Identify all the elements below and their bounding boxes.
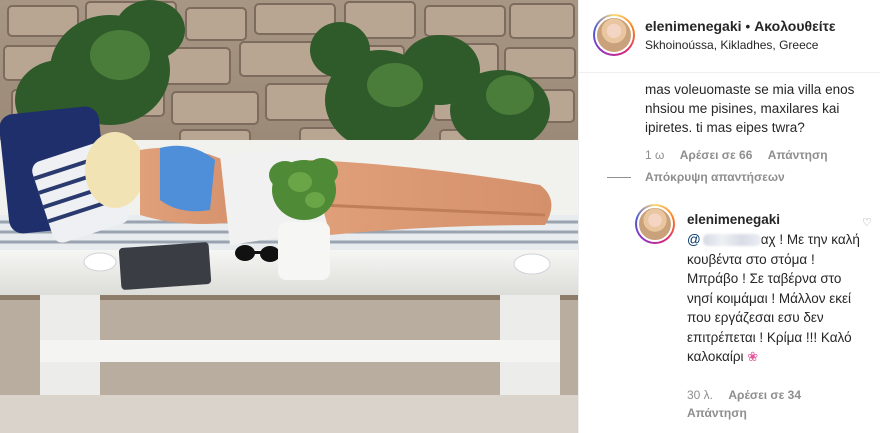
like-heart-icon[interactable]: ♡ [862, 216, 872, 229]
header-separator: • [745, 18, 751, 34]
flower-emoji-icon: ❀ [747, 349, 759, 364]
author-avatar[interactable] [593, 14, 635, 56]
hide-replies-button[interactable]: Απόκρυψη απαντήσεων [645, 170, 785, 184]
comments-pane: elenimenegaki • Ακολουθείτε Skhoinoússa,… [578, 0, 880, 433]
reply-age[interactable]: 30 λ. [687, 388, 713, 402]
reply-reply-button[interactable]: Απάντηση [687, 406, 747, 420]
reply-body: ! Με την καλή κουβέντα στο στόμα ! Μπράβ… [687, 232, 860, 364]
mention-suffix: αχ [760, 232, 776, 247]
comment-meta: 1 ω Αρέσει σε 66 Απάντηση [645, 148, 840, 162]
photo-illustration [0, 0, 578, 433]
comment-text: mas voleuomaste se mia villa enos nhsiou… [645, 82, 855, 135]
reply-avatar[interactable] [635, 204, 675, 244]
author-username-row: elenimenegaki • Ακολουθείτε [645, 18, 836, 34]
post-location[interactable]: Skhoinoússa, Kikladhes, Greece [645, 38, 818, 52]
reply-username[interactable]: elenimenegaki [687, 212, 780, 227]
reply-mention[interactable]: @ [687, 232, 761, 247]
comment-reply-button[interactable]: Απάντηση [768, 148, 828, 162]
reply-likes[interactable]: Αρέσει σε 34 [728, 388, 801, 402]
following-button[interactable]: Ακολουθείτε [754, 18, 835, 34]
post-photo[interactable] [0, 0, 578, 433]
reply-text: @ αχ ! Με την καλή κουβέντα στο στόμα ! Μ… [687, 230, 863, 367]
mention-blurred [702, 234, 761, 247]
author-username[interactable]: elenimenegaki [645, 18, 742, 34]
reply-meta: 30 λ. Αρέσει σε 34 [687, 388, 813, 402]
comment-likes[interactable]: Αρέσει σε 66 [680, 148, 753, 162]
comment-age[interactable]: 1 ω [645, 148, 664, 162]
mention-prefix: @ [687, 232, 701, 247]
post-header: elenimenegaki • Ακολουθείτε Skhoinoússa,… [579, 0, 880, 73]
